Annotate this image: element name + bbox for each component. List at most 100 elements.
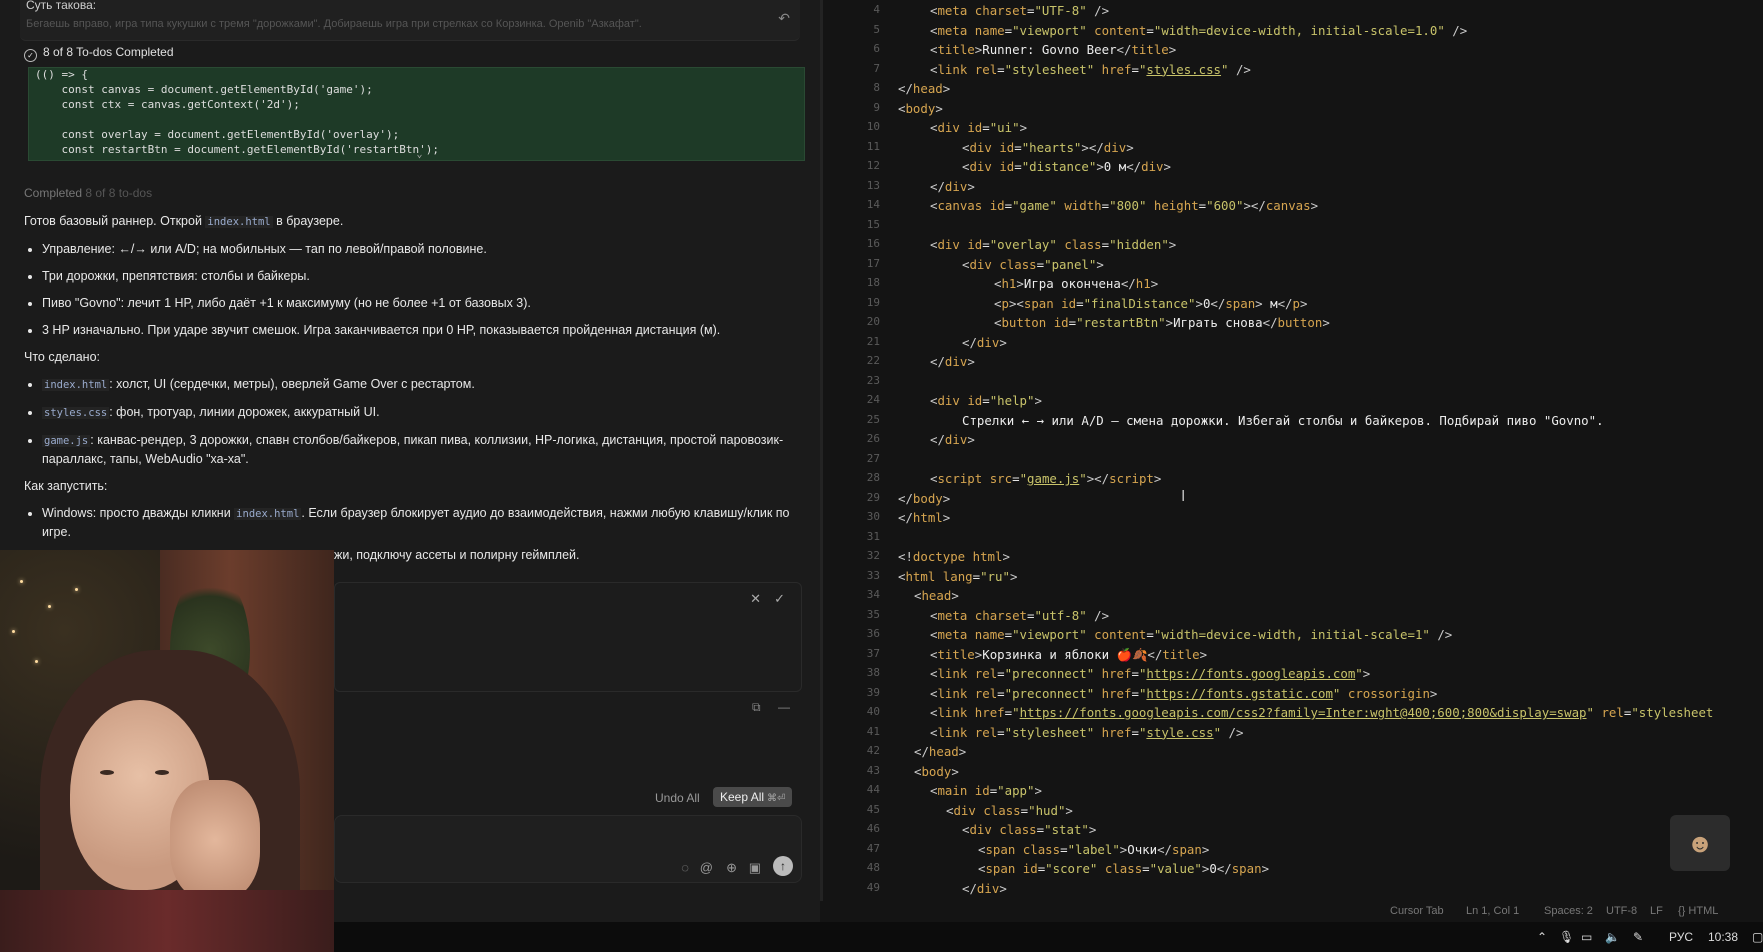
code-line: <html lang="ru"> [898, 568, 1018, 584]
encoding[interactable]: UTF-8 [1606, 905, 1637, 917]
undo-icon[interactable]: ↶ [778, 10, 790, 27]
microphone-icon[interactable]: 🎙 [1559, 930, 1574, 944]
code-line: <meta charset="utf-8" /> [930, 607, 1110, 623]
list-item: Управление: ←/→ или A/D; на мобильных — … [42, 240, 804, 258]
notification-icon[interactable]: ▢ [1752, 930, 1763, 944]
line-number: 43 [866, 763, 880, 777]
chevron-up-icon[interactable]: ⌃ [1537, 930, 1547, 944]
code-line: <span class="label">Очки</span> [978, 841, 1210, 857]
line-number: 24 [866, 393, 880, 406]
line-number: 47 [866, 841, 880, 855]
line-number: 36 [866, 627, 880, 640]
list-item: game.js: канвас-рендер, 3 дорожки, спавн… [42, 431, 804, 468]
string-light [48, 605, 51, 608]
mention-icon[interactable]: @ [700, 860, 713, 875]
line-ending[interactable]: LF [1650, 905, 1663, 917]
close-icon[interactable]: ✕ [750, 591, 761, 607]
feature-list: Управление: ←/→ или A/D; на мобильных — … [24, 240, 804, 339]
status-bar: Cursor Tab Ln 1, Col 1 Spaces: 2 UTF-8 L… [820, 901, 1763, 922]
code-line: Стрелки ← → или A/D — смена дорожки. Изб… [962, 412, 1604, 428]
code-line: <canvas id="game" width="800" height="60… [930, 198, 1319, 213]
list-item: Пиво "Govno": лечит 1 HP, либо даёт +1 к… [42, 294, 804, 312]
check-icon[interactable]: ✓ [774, 591, 785, 607]
cursor-tab-status[interactable]: Cursor Tab [1390, 905, 1444, 917]
send-button[interactable]: ↑ [773, 856, 793, 876]
file-description: : фон, тротуар, линии дорожек, аккуратны… [109, 405, 380, 419]
undo-all-button[interactable]: Undo All [655, 791, 700, 805]
code-line: <div class="hud"> [946, 802, 1073, 818]
list-item: 3 HP изначально. При ударе звучит смешок… [42, 321, 804, 339]
keep-all-button[interactable]: Keep All ⌘⏎ [713, 787, 793, 807]
network-icon[interactable]: ▭ [1581, 930, 1592, 944]
pen-icon[interactable]: ✎ [1633, 930, 1643, 944]
line-number: 5 [873, 22, 880, 36]
code-line: <title>Корзинка и яблоки 🍎🍂</title> [930, 646, 1208, 662]
avatar[interactable]: ☻ [1670, 815, 1730, 871]
assistant-message: Готов базовый раннер. Открой index.html … [24, 212, 804, 550]
string-light [20, 580, 23, 583]
code-line: <button id="restartBtn">Играть снова</bu… [994, 315, 1330, 330]
volume-icon[interactable]: 🔈 [1605, 930, 1620, 944]
list-item: Windows: просто дважды кликни index.html… [42, 504, 804, 541]
code-line: </html> [898, 510, 951, 525]
truncated-line: жи, подключу ассеты и полирну геймплей. [334, 548, 580, 562]
code-line: const ctx = canvas.getContext('2d'); [35, 98, 300, 111]
image-icon[interactable]: ▣ [749, 860, 761, 876]
file-name: game.js [42, 435, 91, 447]
line-number: 17 [866, 256, 880, 270]
line-number: 10 [866, 120, 880, 133]
code-line: <script src="game.js"></script> [930, 471, 1162, 486]
todo-status-label: 8 of 8 To-dos Completed [43, 45, 174, 59]
minus-icon[interactable]: — [778, 700, 790, 714]
line-number: 30 [866, 510, 880, 523]
code-line: <meta name="viewport" content="width=dev… [930, 22, 1468, 38]
previous-message-header: Суть такова: Бегаешь вправо, игра типа к… [20, 0, 800, 41]
code-line: </div> [962, 334, 1007, 350]
code-line: <div id="hearts"></div> [962, 139, 1134, 155]
code-line: <link rel="stylesheet" href="style.css" … [930, 724, 1244, 740]
list-item: index.html: холст, UI (сердечки, метры),… [42, 375, 804, 394]
loading-icon: ◌ [681, 860, 689, 875]
line-number: 22 [866, 354, 880, 367]
indentation[interactable]: Spaces: 2 [1544, 905, 1593, 917]
file-name: styles.css [42, 407, 110, 419]
code-line: <link rel="stylesheet" href="styles.css"… [930, 61, 1251, 77]
code-line: </body> [898, 490, 951, 506]
line-number: 41 [866, 724, 880, 738]
intro-text-post: в браузере. [272, 214, 344, 228]
line-number: 7 [873, 61, 880, 75]
code-line: <div id="help"> [930, 393, 1042, 408]
globe-icon[interactable]: ⊕ [726, 860, 737, 876]
language-indicator[interactable]: РУС [1669, 930, 1693, 944]
file-description: : холст, UI (сердечки, метры), оверлей G… [109, 377, 475, 391]
line-number: 49 [866, 880, 880, 894]
run-text-pre: Windows: просто дважды кликни [42, 506, 235, 520]
code-line: <meta name="viewport" content="width=dev… [930, 627, 1453, 642]
file-description: : канвас-рендер, 3 дорожки, спавн столбо… [42, 433, 784, 466]
line-number: 6 [873, 42, 880, 55]
editor-text-area[interactable]: 4 <meta charset="UTF-8" /> 5 <meta name="vi… [840, 0, 1763, 900]
completed-summary: Completed 8 of 8 to-dos [24, 186, 152, 200]
language-mode[interactable]: {} HTML [1678, 905, 1718, 917]
code-diff-preview[interactable]: ⌄ (() => { const canvas = document.getEl… [28, 67, 805, 161]
chat-input[interactable]: ◌ @ ⊕ ▣ ↑ [334, 815, 802, 883]
todo-status[interactable]: ✓ 8 of 8 To-dos Completed [24, 45, 174, 62]
clock[interactable]: 10:38 [1708, 930, 1738, 944]
cursor-position[interactable]: Ln 1, Col 1 [1466, 905, 1519, 917]
line-number: 14 [866, 198, 880, 211]
code-line: <link rel="preconnect" href="https://fon… [930, 685, 1438, 701]
code-line: </head> [914, 744, 967, 759]
line-number: 33 [866, 568, 880, 582]
copy-icon[interactable]: ⧉ [752, 700, 761, 715]
panel-divider[interactable] [820, 0, 823, 901]
line-number: 48 [866, 861, 880, 874]
intro-code: index.html [205, 216, 273, 228]
code-line: </div> [930, 178, 975, 194]
code-line: <p><span id="finalDistance">0</span> м</… [994, 295, 1308, 311]
webcam-overlay [0, 550, 334, 952]
message-faded-text: Бегаешь вправо, игра типа кукушки с трем… [26, 18, 642, 30]
file-name: index.html [42, 379, 110, 391]
line-number: 8 [873, 81, 880, 94]
line-number: 21 [866, 334, 880, 348]
completed-label: Completed [24, 186, 83, 200]
